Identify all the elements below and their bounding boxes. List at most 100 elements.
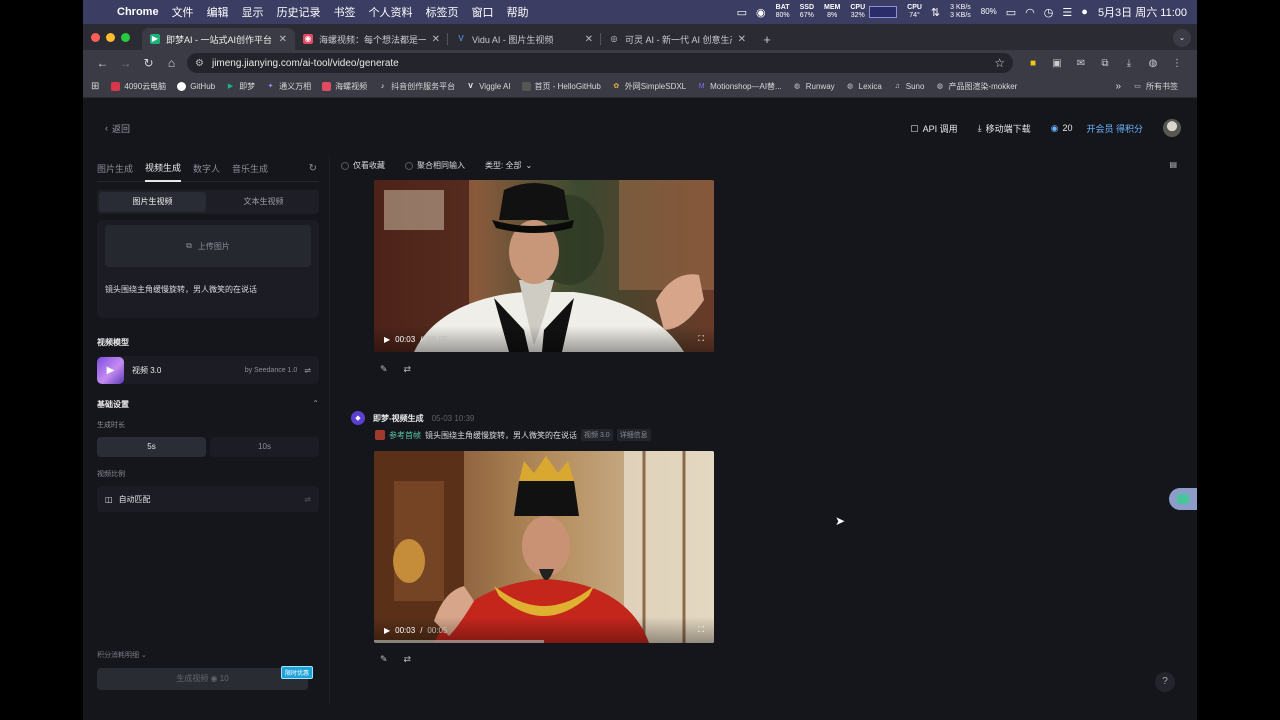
duration-10s-option[interactable]: 10s [210, 437, 319, 457]
all-bookmarks-folder[interactable]: ▭ 所有书签 [1133, 81, 1178, 92]
menu-tabs[interactable]: 标签页 [426, 4, 459, 20]
tab-digital-human[interactable]: 数字人 [193, 156, 220, 181]
chrome-menu-icon[interactable]: ⋮ [1165, 58, 1189, 69]
bookmark-item[interactable]: M Motionshop—AI替... [697, 81, 782, 92]
video-player-2[interactable]: ▶ 00:03 / 00:05 ⛶ [374, 451, 714, 643]
panel-toggle-icon[interactable]: ▤ [1169, 160, 1177, 169]
regenerate-icon[interactable]: ⇄ [404, 364, 412, 375]
tab-text-to-video[interactable]: 文本生视频 [210, 192, 317, 212]
reference-thumbnail[interactable] [375, 430, 385, 440]
basic-settings-header[interactable]: 基础设置 ⌃ [97, 399, 319, 410]
tab-image-gen[interactable]: 图片生成 [97, 156, 133, 181]
play-icon[interactable]: ▶ [384, 626, 390, 635]
reset-icon[interactable]: ↻ [309, 163, 317, 174]
browser-tab-jimeng[interactable]: ▶ 即梦AI - 一站式AI创作平台 ✕ [142, 28, 295, 50]
bookmark-item[interactable]: GitHub [177, 82, 215, 91]
extension-icon[interactable]: ■ [1021, 58, 1045, 69]
menu-history[interactable]: 历史记录 [277, 4, 321, 20]
bookmark-item[interactable]: V Viggle AI [466, 82, 510, 91]
points-balance[interactable]: ◉ 20 开会员 得积分 [1051, 122, 1143, 135]
menu-app-name[interactable]: Chrome [117, 6, 159, 18]
home-icon[interactable]: ⌂ [160, 56, 183, 70]
details-tag[interactable]: 详细信息 [616, 429, 651, 441]
screenshot-extension-icon[interactable]: ▣ [1045, 58, 1069, 69]
control-center-icon[interactable]: ☰ [1062, 6, 1072, 19]
bookmark-item[interactable]: ✿ 外网SimpleSDXL [612, 81, 686, 92]
credits-detail-link[interactable]: 积分消耗明细 ⌄ [97, 650, 147, 660]
apps-grid-icon[interactable]: ⊞ [91, 81, 99, 92]
clock-icon[interactable]: ◷ [1044, 6, 1054, 19]
tab-music-gen[interactable]: 音乐生成 [232, 156, 268, 181]
browser-tab-hailuo[interactable]: ◉ 海螺视频：每个想法都是一部大片 ✕ [295, 28, 448, 50]
video-player-1[interactable]: ▶ 00:03 / 00:05 ⛶ [374, 180, 714, 352]
model-selector[interactable]: ▶ 视频 3.0 by Seedance 1.0 ⇌ [97, 356, 319, 384]
url-bar[interactable]: ⚙ jimeng.jianying.com/ai-tool/video/gene… [187, 53, 1013, 73]
menu-help[interactable]: 帮助 [507, 4, 529, 20]
menubar-clock[interactable]: 5月3日 周六 11:00 [1098, 4, 1187, 20]
tab-image-to-video[interactable]: 图片生视频 [99, 192, 206, 212]
bookmark-item[interactable]: ♫ Suno [893, 82, 925, 91]
bookmark-item[interactable]: ◍ Lexica [846, 82, 882, 91]
duration-5s-option[interactable]: 5s [97, 437, 206, 457]
floating-assistant-button[interactable] [1169, 488, 1197, 510]
bookmark-item[interactable]: ✦ 通义万相 [266, 81, 311, 92]
site-settings-icon[interactable]: ⚙ [195, 58, 204, 69]
wifi-icon[interactable]: ◠ [1025, 6, 1035, 19]
type-filter-dropdown[interactable]: 类型: 全部 ⌄ [485, 160, 532, 171]
vip-link[interactable]: 开会员 得积分 [1086, 122, 1143, 135]
upload-image-button[interactable]: ⧉ 上传图片 [105, 225, 311, 267]
back-button[interactable]: ‹ 返回 [105, 122, 130, 135]
download-icon[interactable]: ⤓ [1117, 58, 1141, 69]
screen-share-icon[interactable]: ▭ [737, 6, 747, 19]
eye-icon[interactable]: ◉ [756, 6, 766, 19]
close-tab-icon[interactable]: ✕ [432, 34, 440, 45]
close-window-button[interactable] [91, 32, 100, 42]
bookmark-star-icon[interactable]: ☆ [994, 56, 1005, 70]
menu-bookmarks[interactable]: 书签 [334, 4, 356, 20]
user-icon[interactable]: ● [1081, 6, 1088, 18]
reload-icon[interactable]: ↻ [137, 56, 160, 70]
bookmark-item[interactable]: 海螺视频 [322, 81, 367, 92]
more-bookmarks-icon[interactable]: » [1115, 81, 1121, 92]
menu-file[interactable]: 文件 [172, 4, 194, 20]
tab-video-gen[interactable]: 视频生成 [145, 155, 182, 182]
menu-view[interactable]: 显示 [242, 4, 264, 20]
forward-arrow-icon[interactable]: → [114, 56, 137, 70]
new-tab-button[interactable]: + [754, 28, 780, 50]
menu-edit[interactable]: 编辑 [207, 4, 229, 20]
minimize-window-button[interactable] [106, 32, 115, 42]
regenerate-icon[interactable]: ⇄ [404, 654, 412, 665]
merge-same-input-toggle[interactable]: 聚合相同输入 [405, 160, 465, 171]
bookmark-item[interactable]: ♪ 抖音创作服务平台 [378, 81, 455, 92]
edit-pencil-icon[interactable]: ✎ [380, 654, 388, 665]
api-button[interactable]: ▢ API 调用 [910, 122, 958, 135]
mail-extension-icon[interactable]: ✉ [1069, 58, 1093, 69]
extensions-puzzle-icon[interactable]: ⧉ [1093, 58, 1117, 69]
fullscreen-icon[interactable]: ⛶ [698, 334, 704, 344]
tab-search-button[interactable]: ⌄ [1173, 29, 1191, 47]
close-tab-icon[interactable]: ✕ [738, 34, 746, 45]
edit-pencil-icon[interactable]: ✎ [380, 364, 388, 375]
menu-window[interactable]: 窗口 [472, 4, 494, 20]
bookmark-item[interactable]: 首页 - HelloGitHub [521, 81, 601, 92]
close-tab-icon[interactable]: ✕ [585, 34, 593, 45]
battery-icon[interactable]: ▭ [1006, 6, 1016, 19]
generate-video-button[interactable]: 生成视频 ◉ 10 [97, 668, 308, 690]
browser-tab-vidu[interactable]: V Vidu AI - 图片生视频 ✕ [448, 28, 601, 50]
bookmark-item[interactable]: ▶ 即梦 [226, 81, 255, 92]
help-button[interactable]: ? [1155, 672, 1175, 692]
avatar[interactable] [1163, 119, 1181, 137]
bookmark-item[interactable]: ◍ Runway [793, 82, 834, 91]
bookmark-item[interactable]: 4090云电脑 [111, 81, 166, 92]
menu-profile[interactable]: 个人资料 [369, 4, 413, 20]
zoom-window-button[interactable] [121, 32, 130, 42]
fullscreen-icon[interactable]: ⛶ [698, 625, 704, 635]
browser-tab-kling[interactable]: ◎ 可灵 AI - 新一代 AI 创意生产力平台 ✕ [601, 28, 754, 50]
bookmark-item[interactable]: ◍ 产品图渲染-mokker [935, 81, 1017, 92]
ratio-selector[interactable]: ◫ 自动匹配 ⇌ [97, 486, 319, 512]
play-icon[interactable]: ▶ [384, 335, 390, 344]
mobile-download-button[interactable]: ⤓ 移动端下载 [978, 122, 1031, 135]
back-arrow-icon[interactable]: ← [91, 56, 114, 70]
favorites-only-toggle[interactable]: 仅看收藏 [341, 160, 385, 171]
profile-icon[interactable]: ◍ [1141, 58, 1165, 69]
